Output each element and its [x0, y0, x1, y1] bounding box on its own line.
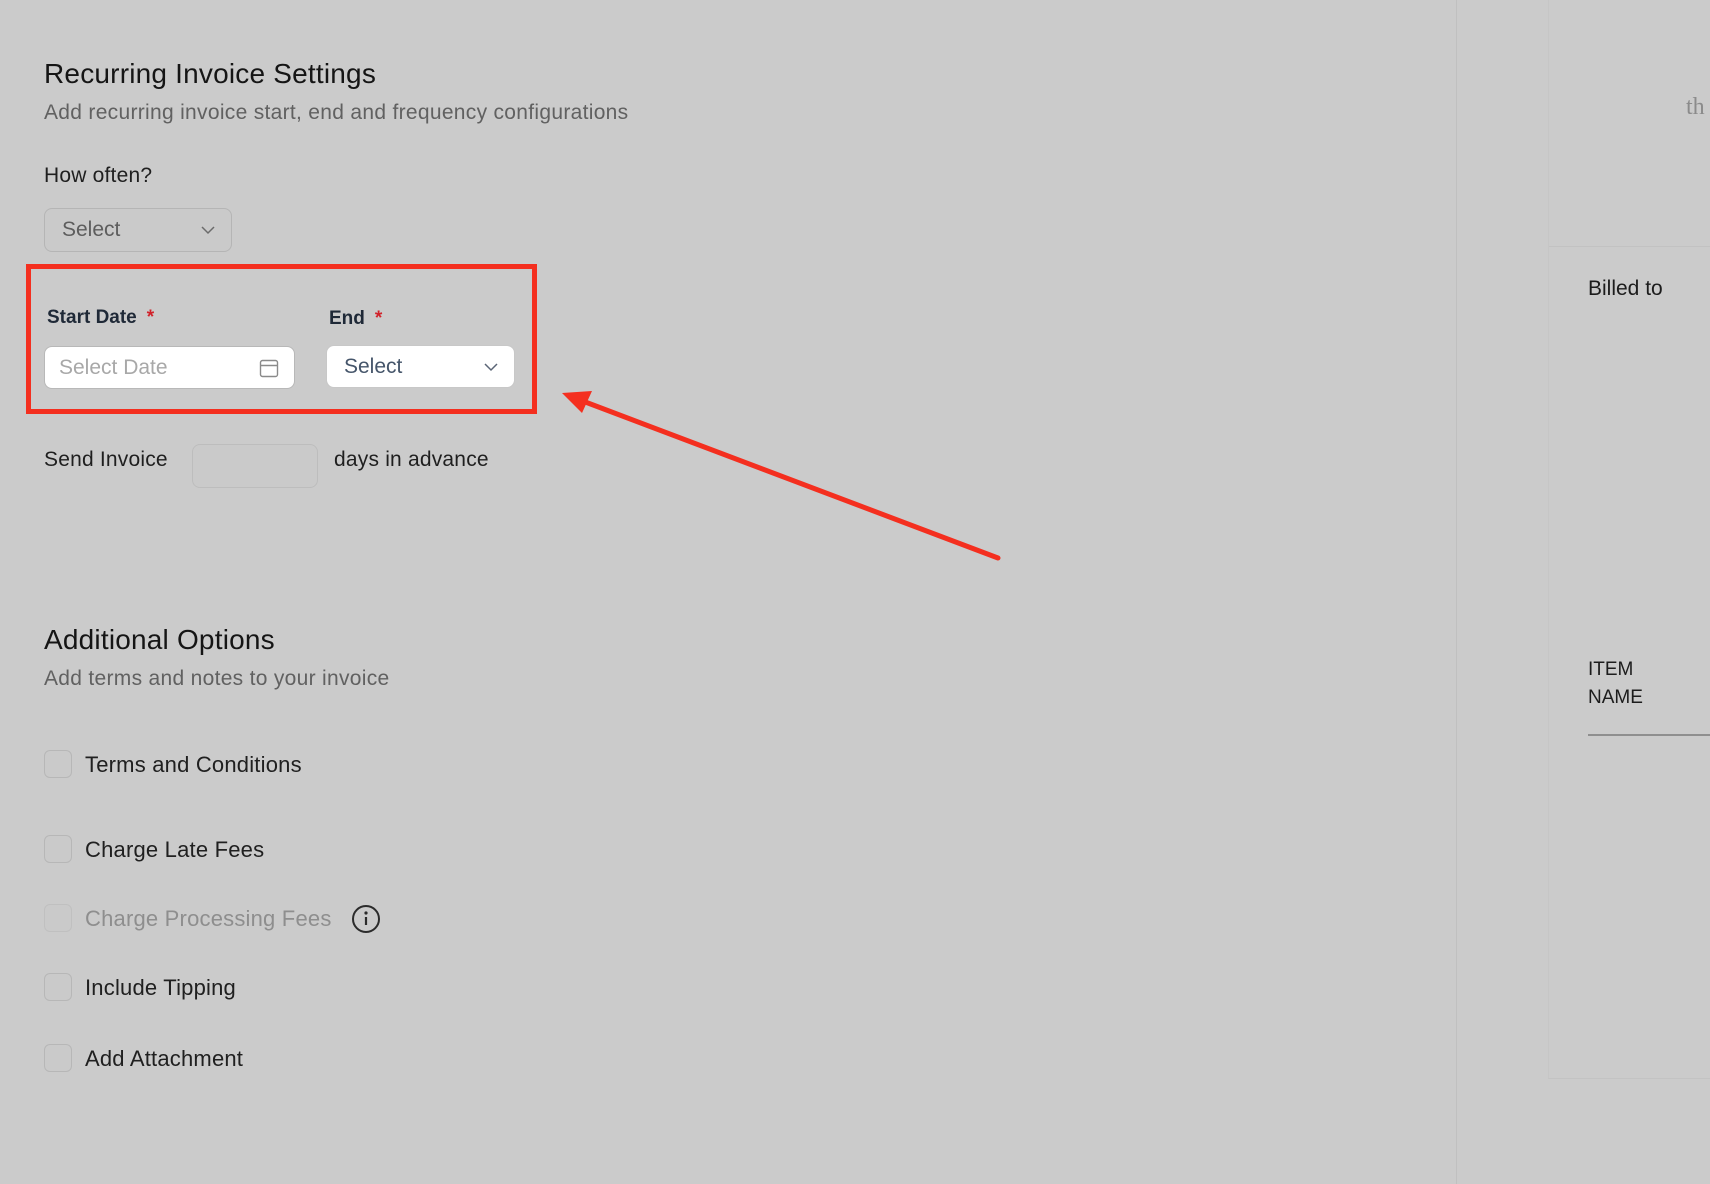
terms-label: Terms and Conditions — [85, 752, 302, 777]
annotation-highlight-box — [26, 264, 537, 414]
processing-fees-label: Charge Processing Fees — [85, 906, 332, 931]
tipping-label: Include Tipping — [85, 975, 236, 1000]
late-fees-label: Charge Late Fees — [85, 837, 265, 862]
how-often-select[interactable]: Select — [44, 208, 232, 252]
item-name-line1: ITEM — [1588, 659, 1634, 680]
panel-divider — [1456, 0, 1457, 1184]
additional-options-subtitle: Add terms and notes to your invoice — [44, 667, 390, 690]
item-name-line2: NAME — [1588, 687, 1643, 708]
info-icon[interactable] — [351, 904, 381, 934]
recurring-settings-subtitle: Add recurring invoice start, end and fre… — [44, 101, 629, 124]
how-often-value: Select — [62, 218, 121, 241]
processing-fees-checkbox — [44, 904, 72, 932]
item-name-header: ITEM NAME — [1588, 656, 1643, 712]
how-often-label: How often? — [44, 164, 153, 187]
days-in-advance-label: days in advance — [334, 448, 489, 471]
preview-partial-text: th — [1686, 94, 1705, 120]
annotation-arrow — [562, 391, 1001, 561]
tipping-checkbox[interactable] — [44, 973, 72, 1001]
item-header-underline — [1588, 734, 1710, 736]
preview-divider — [1549, 246, 1710, 247]
terms-checkbox[interactable] — [44, 750, 72, 778]
invoice-preview-panel: th Billed to ITEM NAME — [1548, 0, 1710, 1079]
attachment-checkbox[interactable] — [44, 1044, 72, 1072]
send-invoice-label: Send Invoice — [44, 448, 168, 471]
days-in-advance-input[interactable] — [192, 444, 318, 488]
recurring-settings-title: Recurring Invoice Settings — [44, 58, 377, 89]
billed-to-label: Billed to — [1588, 277, 1663, 300]
late-fees-checkbox[interactable] — [44, 835, 72, 863]
chevron-down-icon — [201, 226, 215, 235]
attachment-label: Add Attachment — [85, 1046, 244, 1071]
additional-options-title: Additional Options — [44, 624, 275, 655]
